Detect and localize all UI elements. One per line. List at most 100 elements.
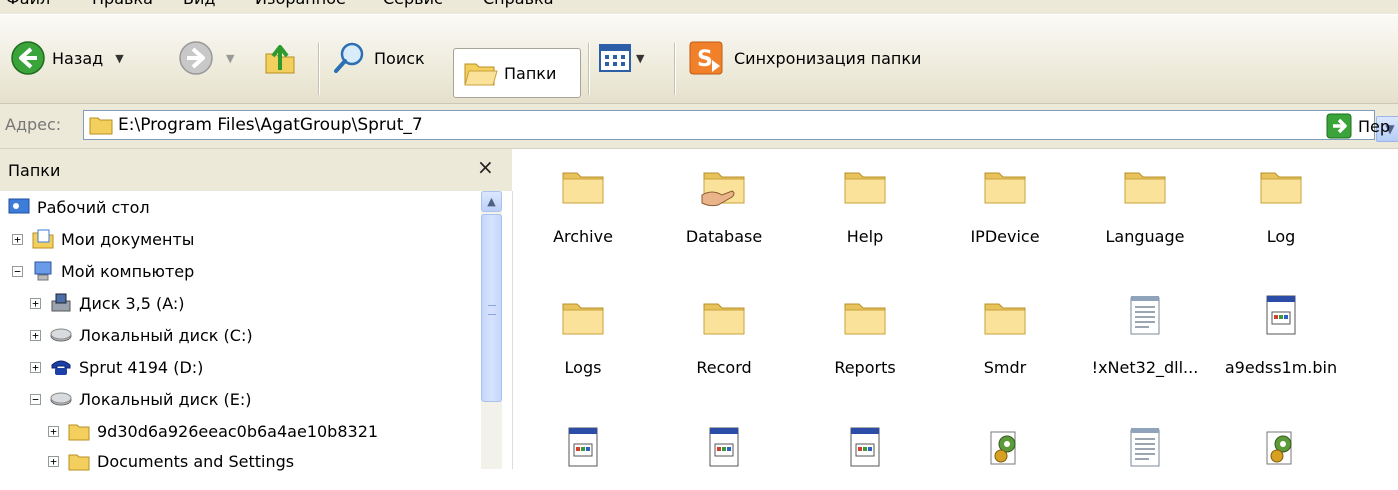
scroll-up-button[interactable]: ▲: [481, 191, 502, 212]
file-name: Database: [685, 227, 763, 246]
shared-folder-icon: [701, 161, 748, 207]
folder-icon: [981, 161, 1029, 209]
tree-item-label: Рабочий стол: [37, 197, 150, 217]
expand-icon[interactable]: +: [12, 233, 23, 245]
back-dropdown-icon[interactable]: ▼: [115, 52, 123, 65]
file-name: Archive: [553, 227, 613, 246]
chevron-up-icon: ▲: [487, 195, 496, 208]
menu-favorites[interactable]: Избранное: [255, 0, 346, 8]
menu-tools[interactable]: Сервис: [383, 0, 443, 8]
address-input[interactable]: E:\Program Files\AgatGroup\Sprut_7 ▼: [83, 110, 1398, 142]
folders-label: Папки: [504, 63, 557, 83]
expand-icon[interactable]: +: [30, 297, 41, 309]
file-name: Language: [1105, 227, 1185, 246]
file-item[interactable]: Smdr: [935, 292, 1075, 377]
file-item[interactable]: [935, 424, 1075, 490]
collapse-icon[interactable]: −: [30, 393, 41, 405]
hard-drive-icon: [50, 328, 72, 342]
tree-item-my-documents[interactable]: + Мои документы: [12, 229, 194, 249]
file-item[interactable]: Language: [1075, 161, 1215, 246]
binary-file-icon: [559, 424, 607, 472]
file-item[interactable]: [654, 424, 794, 490]
collapse-icon[interactable]: −: [12, 265, 23, 277]
forward-button[interactable]: ▼: [178, 38, 234, 78]
sync-folder-button[interactable]: S Синхронизация папки: [688, 38, 921, 78]
views-icon: [599, 44, 631, 72]
scrollbar-thumb[interactable]: [481, 214, 502, 402]
my-documents-icon: [32, 229, 54, 249]
file-name: Record: [696, 358, 752, 377]
tree-item-desktop[interactable]: Рабочий стол: [8, 197, 150, 217]
file-item[interactable]: Log: [1211, 161, 1351, 246]
config-file-icon: [1257, 424, 1305, 472]
address-label: Адрес:: [5, 115, 62, 134]
floppy-drive-icon: [51, 293, 71, 312]
tree-item-drive-a[interactable]: + Диск 3,5 (A:): [30, 293, 185, 313]
go-label: Пер: [1358, 116, 1391, 136]
address-bar: Адрес: E:\Program Files\AgatGroup\Sprut_…: [0, 104, 1398, 149]
folder-tree: Рабочий стол + Мои документы − Мой компь…: [0, 191, 513, 471]
file-item[interactable]: Help: [795, 161, 935, 246]
folder-icon: [559, 292, 607, 340]
file-item[interactable]: Logs: [513, 292, 653, 377]
file-item[interactable]: IPDevice: [935, 161, 1075, 246]
tree-item-documents-and-settings[interactable]: + Documents and Settings: [48, 451, 294, 471]
file-name: Reports: [834, 358, 896, 377]
forward-arrow-icon: [179, 41, 213, 75]
file-item[interactable]: [795, 424, 935, 490]
folder-icon: [559, 161, 607, 209]
search-button[interactable]: Поиск: [332, 38, 425, 78]
config-file-icon: [981, 424, 1029, 472]
toolbar: Назад ▼ ▼ Поиск Папки ▼ S Синхронизация …: [0, 15, 1398, 104]
folder-icon: [1121, 161, 1169, 209]
file-item[interactable]: Record: [654, 292, 794, 377]
tree-item-label: Диск 3,5 (A:): [79, 293, 185, 313]
file-item[interactable]: !xNet32_dll...: [1075, 292, 1215, 377]
file-item[interactable]: [513, 424, 653, 490]
expand-icon[interactable]: +: [30, 329, 41, 341]
tree-scrollbar[interactable]: ▲: [481, 191, 502, 469]
text-file-icon: [1121, 424, 1169, 472]
views-dropdown-icon[interactable]: ▼: [636, 52, 644, 65]
file-item[interactable]: [1211, 424, 1351, 490]
folder-icon: [89, 117, 113, 135]
expand-icon[interactable]: +: [48, 455, 59, 467]
menu-edit[interactable]: Правка: [92, 0, 153, 8]
file-item[interactable]: Archive: [513, 161, 653, 246]
menu-file[interactable]: Файл: [6, 0, 50, 8]
file-name: Logs: [564, 358, 602, 377]
folder-icon: [700, 292, 748, 340]
file-item[interactable]: Reports: [795, 292, 935, 377]
expand-icon[interactable]: +: [48, 425, 59, 437]
up-folder-button[interactable]: [262, 38, 298, 78]
expand-icon[interactable]: +: [30, 361, 41, 373]
close-icon[interactable]: ×: [477, 155, 494, 179]
file-name: Help: [846, 227, 884, 246]
views-button[interactable]: ▼: [598, 38, 644, 78]
search-icon: [334, 42, 364, 73]
folder-icon: [841, 292, 889, 340]
back-label: Назад: [52, 48, 104, 68]
tree-item-my-computer[interactable]: − Мой компьютер: [12, 261, 194, 281]
go-arrow-icon: [1326, 113, 1352, 139]
file-item[interactable]: [1075, 424, 1215, 490]
tree-item-drive-d[interactable]: + Sprut 4194 (D:): [30, 357, 203, 377]
file-item[interactable]: a9edss1m.bin: [1211, 292, 1351, 377]
menu-help[interactable]: Справка: [483, 0, 554, 8]
folders-button[interactable]: Папки: [453, 48, 581, 98]
sync-label: Синхронизация папки: [734, 48, 922, 68]
tree-item-drive-e[interactable]: − Локальный диск (E:): [30, 389, 252, 409]
folders-pane-header: Папки ×: [0, 149, 512, 191]
tree-item-folder-hash[interactable]: + 9d30d6a926eeac0b6a4ae10b8321: [48, 421, 378, 441]
folder-icon: [1257, 161, 1305, 209]
menu-view[interactable]: Вид: [183, 0, 215, 8]
binary-file-icon: [1257, 292, 1305, 340]
up-folder-icon: [265, 45, 295, 74]
back-button[interactable]: Назад ▼: [10, 38, 124, 78]
forward-dropdown-icon[interactable]: ▼: [226, 52, 234, 65]
tree-item-drive-c[interactable]: + Локальный диск (C:): [30, 325, 253, 345]
file-list: Archive Database Help IPDevice Language …: [513, 149, 1398, 469]
go-button[interactable]: Пер: [1326, 113, 1390, 139]
file-name: Log: [1266, 227, 1296, 246]
file-item[interactable]: Database: [654, 161, 794, 246]
